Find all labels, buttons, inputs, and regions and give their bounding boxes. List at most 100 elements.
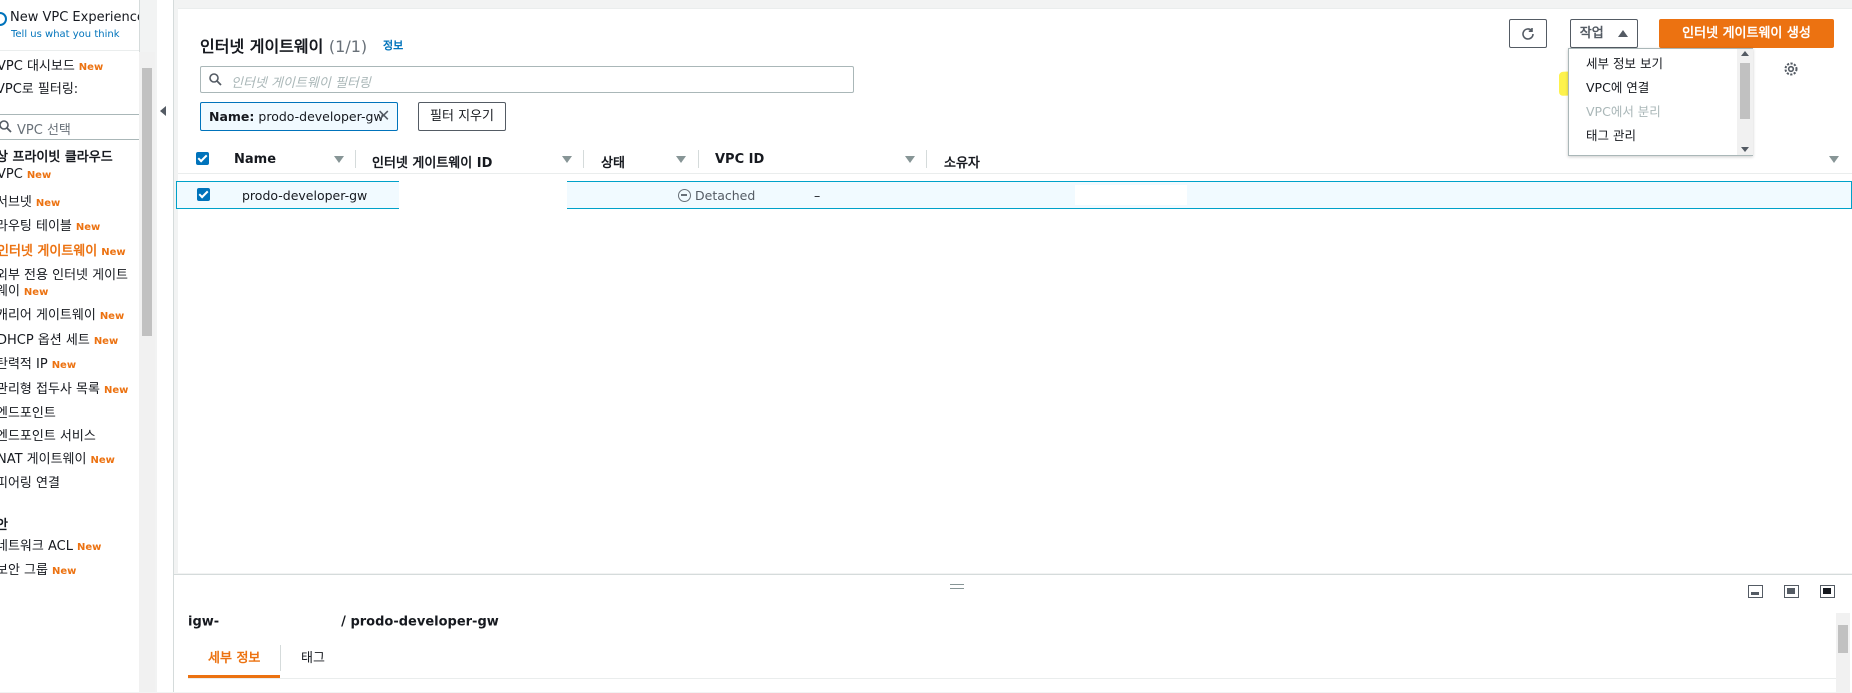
navigation-sidebar: New VPC Experience Tell us what you thin… [0,0,140,692]
split-side-view-icon[interactable] [1784,585,1799,598]
sidebar-item-vpc[interactable]: VPCNew [0,167,51,182]
split-bottom-view-icon[interactable] [1748,585,1763,598]
table-row[interactable]: prodo-developer-gw Detached – [176,181,1852,209]
sidebar-scrollbar-thumb[interactable] [142,68,152,336]
new-badge: New [26,170,52,181]
vpc-select[interactable]: VPC 선택 [0,114,139,140]
sidebar-item-route-tables[interactable]: 라우팅 테이블 New [0,215,100,234]
sidebar-item-endpoint-services[interactable]: 엔드포인트 서비스 [0,425,96,444]
clear-filters-button[interactable]: 필터 지우기 [418,102,506,131]
sidebar-item-label: 인터넷 게이트웨이 [0,244,98,259]
details-title-suffix: / prodo-developer-gw [341,614,499,630]
selection-count: (1/1) [328,37,368,56]
menu-item-detach-from-vpc: VPC에서 분리 [1586,104,1661,119]
tab-tags[interactable]: 태그 [301,647,325,666]
sidebar-item-carrier-gateways[interactable]: 캐리어 게이트웨이 New [0,304,124,323]
sidebar-item-label: 엔드포인트 서비스 [0,429,96,444]
toggle-icon[interactable] [0,12,7,26]
create-internet-gateway-button[interactable]: 인터넷 게이트웨이 생성 [1659,19,1834,48]
new-badge: New [51,566,77,577]
new-badge: New [76,542,102,553]
column-header-state[interactable]: 상태 [601,152,625,171]
column-separator[interactable] [583,150,584,168]
actions-button[interactable]: 작업 [1570,19,1638,48]
sidebar-item-dhcp-options[interactable]: DHCP 옵션 세트 New [0,329,118,348]
cell-state: Detached [695,188,756,203]
close-icon[interactable]: ✕ [377,106,390,125]
details-scrollbar-thumb[interactable] [1838,625,1848,653]
row-checkbox[interactable] [197,188,210,201]
sort-icon[interactable] [676,156,686,163]
column-separator[interactable] [926,150,927,168]
details-title: igw- / prodo-developer-gw [188,611,499,633]
scroll-up-arrow-icon[interactable] [1741,51,1749,56]
sidebar-divider [0,50,139,51]
sort-icon[interactable] [562,156,572,163]
sidebar-item-elastic-ips[interactable]: 탄력적 IP New [0,353,76,372]
column-header-igw-id[interactable]: 인터넷 게이트웨이 ID [372,152,492,171]
cell-igw-id [399,181,567,209]
sidebar-item-endpoints[interactable]: 엔드포인트 [0,402,56,421]
gear-icon[interactable] [1783,61,1799,80]
details-title-prefix: igw- [188,614,220,630]
filter-by-vpc-label: VPC로 필터링: [0,82,79,97]
sidebar-item-nat-gateways[interactable]: NAT 게이트웨이 New [0,448,115,467]
sidebar-item-network-acls[interactable]: 네트워크 ACL New [0,535,101,554]
new-badge: New [35,198,61,209]
sidebar-item-label: 탄력적 IP [0,357,48,372]
tab-separator [280,645,281,671]
sidebar-item-label: 캐리어 게이트웨이 [0,308,96,323]
resize-handle-icon[interactable] [950,584,964,589]
new-badge: New [101,247,126,258]
vpc-select-placeholder: VPC 선택 [17,123,71,138]
sort-icon[interactable] [334,156,344,163]
filter-token: Name: prodo-developer-gw ✕ [200,102,398,131]
new-badge: New [51,360,77,371]
sidebar-item-label: NAT 게이트웨이 [0,452,87,467]
column-header-vpc-id[interactable]: VPC ID [715,152,764,167]
sidebar-item-label: DHCP 옵션 세트 [0,333,90,348]
select-all-checkbox[interactable] [196,152,209,165]
sidebar-item-label: 서브넷 [0,195,32,210]
split-full-view-icon[interactable] [1820,585,1835,598]
actions-dropdown-menu: 세부 정보 보기 VPC에 연결 VPC에서 분리 태그 관리 [1568,48,1753,156]
column-separator[interactable] [355,150,356,168]
column-separator[interactable] [698,150,699,168]
scroll-down-arrow-icon[interactable] [1741,147,1749,152]
refresh-icon [1522,28,1534,40]
menu-item-attach-to-vpc[interactable]: VPC에 연결 [1586,77,1649,96]
sidebar-item-dashboard[interactable]: VPC 대시보드 New [0,55,103,74]
refresh-button[interactable] [1509,19,1547,48]
sidebar-item-egress-only-gateways-cont[interactable]: 웨이New [0,280,48,299]
sidebar-item-internet-gateways[interactable]: 인터넷 게이트웨이 New [0,240,126,259]
sidebar-item-prefix-lists[interactable]: 관리형 접두사 목록 New [0,378,128,397]
sidebar-item-label: 라우팅 테이블 [0,219,72,234]
page-title-text: 인터넷 게이트웨이 [200,37,324,56]
filter-token-value: prodo-developer-gw [258,109,384,124]
search-icon [0,120,12,136]
feedback-link[interactable]: Tell us what you think [11,29,120,40]
new-badge: New [99,311,125,322]
sort-icon[interactable] [1829,156,1839,163]
sidebar-item-label: VPC [0,167,23,182]
search-input[interactable]: 인터넷 게이트웨이 필터링 [200,66,854,93]
dropdown-scrollbar-thumb[interactable] [1740,63,1750,119]
page-title: 인터넷 게이트웨이 (1/1) [200,33,367,57]
sidebar-item-label: 보안 그룹 [0,563,48,578]
column-header-name[interactable]: Name [234,152,276,167]
main-content: 인터넷 게이트웨이 (1/1) 정보 작업 인터넷 게이트웨이 생성 인터넷 게… [174,0,1852,693]
sidebar-collapse-handle[interactable] [157,0,174,692]
tab-details[interactable]: 세부 정보 [208,647,260,666]
menu-item-view-details[interactable]: 세부 정보 보기 [1586,53,1663,72]
info-link[interactable]: 정보 [383,37,403,53]
column-header-owner[interactable]: 소유자 [944,152,980,171]
detached-status-icon [678,189,691,202]
menu-item-manage-tags[interactable]: 태그 관리 [1586,125,1636,144]
sidebar-item-peering[interactable]: 피어링 연결 [0,472,60,491]
sidebar-item-label: 피어링 연결 [0,476,60,491]
sidebar-item-subnets[interactable]: 서브넷New [0,191,60,210]
new-badge: New [78,62,104,73]
sidebar-item-security-groups[interactable]: 보안 그룹 New [0,559,76,578]
filter-token-key: Name: [209,109,255,124]
sort-icon[interactable] [905,156,915,163]
